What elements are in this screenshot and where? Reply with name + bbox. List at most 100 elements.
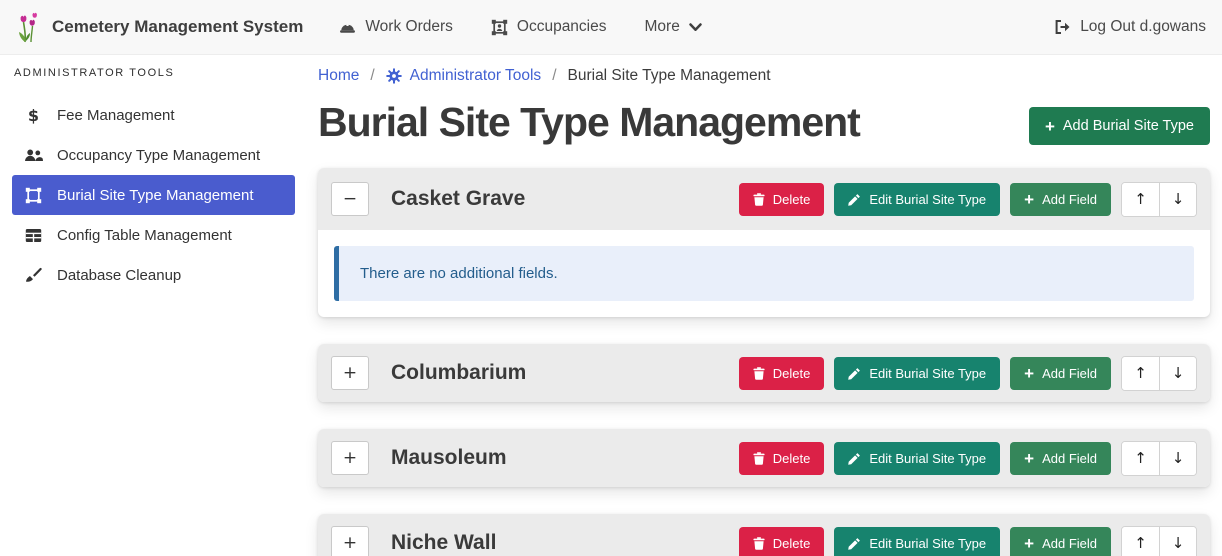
nav-item-more[interactable]: More xyxy=(645,18,702,36)
nav-item-work-orders[interactable]: Work Orders xyxy=(339,18,453,36)
panel-title: Mausoleum xyxy=(391,446,507,470)
panel-actions: Delete Edit Burial Site Type + Add Field xyxy=(739,356,1197,391)
arrow-down-icon: ↓ xyxy=(1172,364,1185,382)
panel-header: − Casket Grave Delete xyxy=(318,168,1210,230)
move-up-button[interactable]: ↑ xyxy=(1122,357,1159,390)
sign-out-icon xyxy=(1053,19,1071,35)
logout-link[interactable]: Log Out d.gowans xyxy=(1053,18,1206,36)
delete-label: Delete xyxy=(773,451,811,466)
edit-burial-site-type-button[interactable]: Edit Burial Site Type xyxy=(834,357,1000,390)
panel-title: Casket Grave xyxy=(391,187,525,211)
move-down-button[interactable]: ↓ xyxy=(1159,527,1196,556)
breadcrumb-current: Burial Site Type Management xyxy=(568,67,771,85)
move-up-button[interactable]: ↑ xyxy=(1122,527,1159,556)
sidebar-item-database-cleanup[interactable]: Database Cleanup xyxy=(12,255,295,295)
panel-toggle-button[interactable]: − xyxy=(331,182,369,216)
sidebar-nav: $Fee Management Occupancy Type Management… xyxy=(12,95,295,295)
panel-niche-wall: + Niche Wall Delete xyxy=(318,514,1210,556)
burial-site-type-list: − Casket Grave Delete xyxy=(318,168,1210,556)
dollar-icon: $ xyxy=(23,106,44,125)
occupancies-icon xyxy=(491,19,508,36)
plus-icon: + xyxy=(1045,118,1055,135)
chevron-down-icon xyxy=(689,23,702,32)
delete-label: Delete xyxy=(773,536,811,551)
panel-toggle-button[interactable]: + xyxy=(331,526,369,556)
sidebar-item-burial-site-type-management[interactable]: Burial Site Type Management xyxy=(12,175,295,215)
add-field-button[interactable]: + Add Field xyxy=(1010,442,1111,475)
panel-body: There are no additional fields. xyxy=(318,230,1210,317)
delete-button[interactable]: Delete xyxy=(739,527,825,556)
edit-burial-site-type-button[interactable]: Edit Burial Site Type xyxy=(834,183,1000,216)
pencil-icon xyxy=(848,193,861,206)
edit-label: Edit Burial Site Type xyxy=(869,451,986,466)
arrow-up-icon: ↑ xyxy=(1134,449,1147,467)
sidebar-item-label: Occupancy Type Management xyxy=(57,147,260,164)
nav-item-label: Work Orders xyxy=(365,18,453,36)
app-title: Cemetery Management System xyxy=(52,17,303,37)
breadcrumb-separator: / xyxy=(552,67,556,85)
main-nav: Work Orders Occupancies More xyxy=(339,18,702,36)
breadcrumb-separator: / xyxy=(370,67,374,85)
move-down-button[interactable]: ↓ xyxy=(1159,442,1196,475)
add-field-button[interactable]: + Add Field xyxy=(1010,527,1111,556)
plus-icon: + xyxy=(1024,450,1034,467)
plus-icon: + xyxy=(1024,365,1034,382)
admin-sidebar: ADMINISTRATOR TOOLS $Fee Management Occup… xyxy=(0,55,307,556)
edit-label: Edit Burial Site Type xyxy=(869,192,986,207)
arrow-down-icon: ↓ xyxy=(1172,534,1185,552)
edit-burial-site-type-button[interactable]: Edit Burial Site Type xyxy=(834,527,1000,556)
arrow-up-icon: ↑ xyxy=(1134,364,1147,382)
add-field-button[interactable]: + Add Field xyxy=(1010,357,1111,390)
plus-icon: + xyxy=(1024,191,1034,208)
trash-icon xyxy=(753,193,765,206)
top-navbar: Cemetery Management System Work Orders Oc… xyxy=(0,0,1222,55)
move-down-button[interactable]: ↓ xyxy=(1159,357,1196,390)
arrow-down-icon: ↓ xyxy=(1172,449,1185,467)
panel-toggle-button[interactable]: + xyxy=(331,356,369,390)
sidebar-heading: ADMINISTRATOR TOOLS xyxy=(14,67,295,79)
reorder-buttons: ↑ ↓ xyxy=(1121,526,1197,556)
panel-actions: Delete Edit Burial Site Type + Add Field xyxy=(739,182,1197,217)
sidebar-item-occupancy-type-management[interactable]: Occupancy Type Management xyxy=(12,135,295,175)
add-field-label: Add Field xyxy=(1042,192,1097,207)
sidebar-item-fee-management[interactable]: $Fee Management xyxy=(12,95,295,135)
move-up-button[interactable]: ↑ xyxy=(1122,442,1159,475)
delete-button[interactable]: Delete xyxy=(739,357,825,390)
no-fields-message: There are no additional fields. xyxy=(360,265,558,282)
sidebar-item-label: Burial Site Type Management xyxy=(57,187,254,204)
breadcrumb-home-link[interactable]: Home xyxy=(318,67,359,85)
breadcrumb-admin-tools-link[interactable]: Administrator Tools xyxy=(386,67,542,85)
panel-actions: Delete Edit Burial Site Type + Add Field xyxy=(739,441,1197,476)
add-field-label: Add Field xyxy=(1042,451,1097,466)
panel-toggle-button[interactable]: + xyxy=(331,441,369,475)
reorder-buttons: ↑ ↓ xyxy=(1121,441,1197,476)
add-burial-site-type-button[interactable]: + Add Burial Site Type xyxy=(1029,107,1210,145)
arrow-up-icon: ↑ xyxy=(1134,534,1147,552)
no-fields-alert: There are no additional fields. xyxy=(334,246,1194,301)
pencil-icon xyxy=(848,367,861,380)
app-brand[interactable]: Cemetery Management System xyxy=(16,11,303,43)
panel-mausoleum: + Mausoleum Delete xyxy=(318,429,1210,487)
delete-button[interactable]: Delete xyxy=(739,442,825,475)
move-down-button[interactable]: ↓ xyxy=(1159,183,1196,216)
reorder-buttons: ↑ ↓ xyxy=(1121,182,1197,217)
arrow-up-icon: ↑ xyxy=(1134,190,1147,208)
edit-label: Edit Burial Site Type xyxy=(869,536,986,551)
main-content: Home / Administrator Tool xyxy=(307,55,1222,556)
move-up-button[interactable]: ↑ xyxy=(1122,183,1159,216)
tulip-logo-icon xyxy=(16,11,42,43)
reorder-buttons: ↑ ↓ xyxy=(1121,356,1197,391)
trash-icon xyxy=(753,367,765,380)
sidebar-item-config-table-management[interactable]: Config Table Management xyxy=(12,215,295,255)
nav-item-label: More xyxy=(645,18,680,36)
edit-burial-site-type-button[interactable]: Edit Burial Site Type xyxy=(834,442,1000,475)
trash-icon xyxy=(753,537,765,550)
add-burial-site-type-label: Add Burial Site Type xyxy=(1063,118,1194,134)
nav-item-occupancies[interactable]: Occupancies xyxy=(491,18,607,36)
hard-hat-icon xyxy=(339,20,356,35)
breadcrumb: Home / Administrator Tool xyxy=(318,67,1210,85)
add-field-button[interactable]: + Add Field xyxy=(1010,183,1111,216)
gear-icon xyxy=(386,68,402,84)
delete-button[interactable]: Delete xyxy=(739,183,825,216)
edit-label: Edit Burial Site Type xyxy=(869,366,986,381)
